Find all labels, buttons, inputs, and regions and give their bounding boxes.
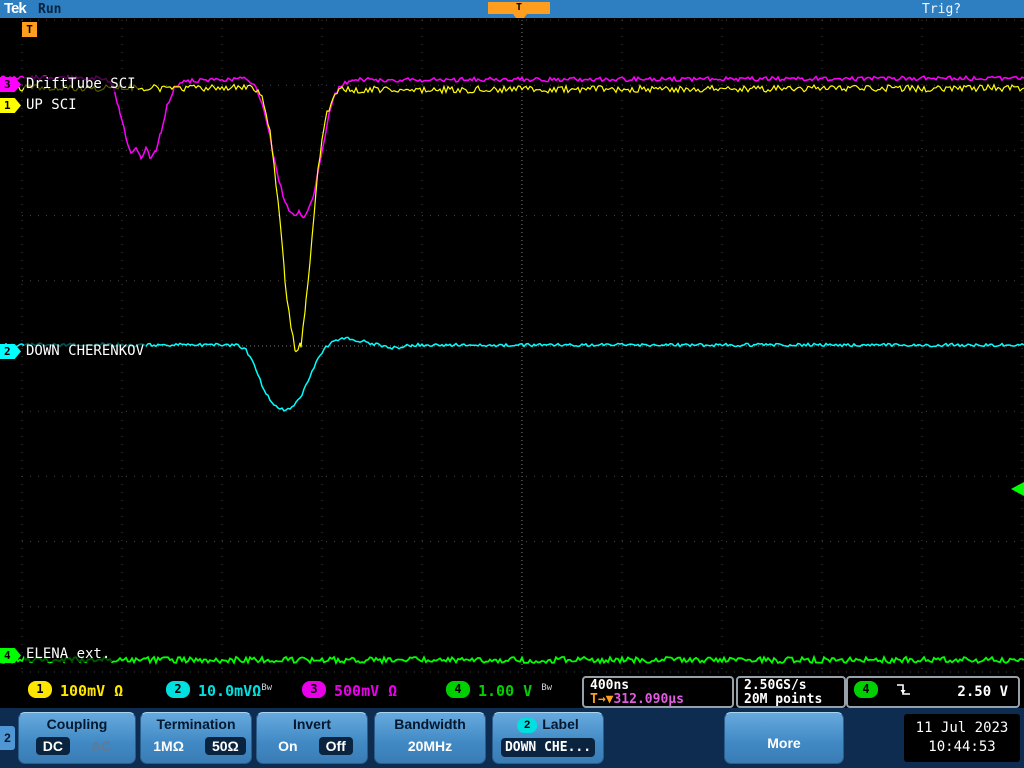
termination-title: Termination: [156, 716, 236, 732]
coupling-button[interactable]: Coupling DC AC: [18, 712, 136, 764]
trigger-readout[interactable]: 4 2.50 V: [846, 676, 1020, 708]
bandwidth-value: 20MHz: [407, 738, 453, 754]
invert-off-option[interactable]: Off: [318, 737, 353, 755]
ch2-scale-readout[interactable]: 10.0mVΩBw: [198, 682, 272, 700]
oscilloscope-screen: Tek Run T Trig? T 3 DriftTube SCI 1 UP S…: [0, 0, 1024, 768]
waveform-canvas: [0, 19, 1024, 673]
trace-ch2-down-cherenkov: [0, 336, 1024, 412]
timebase-readout[interactable]: 400ns T→▼312.090µs: [582, 676, 734, 708]
trigger-level-value: 2.50 V: [957, 684, 1008, 700]
ch4-badge[interactable]: 4: [446, 681, 470, 698]
label-channel-badge: 2: [517, 717, 538, 733]
ch4-scale-text: 1.00 V: [478, 682, 533, 700]
invert-button[interactable]: Invert On Off: [256, 712, 368, 764]
ch4-scale-readout[interactable]: 1.00 V Bw: [478, 682, 552, 700]
more-button[interactable]: More: [724, 712, 844, 764]
termination-1m-option[interactable]: 1MΩ: [146, 737, 191, 755]
label-value: DOWN CHE...: [501, 737, 595, 757]
trigger-delay-icon: T→▼: [590, 692, 614, 707]
ch1-scale-readout[interactable]: 100mV Ω: [60, 682, 123, 700]
ch2-scale-text: 10.0mVΩ: [198, 682, 262, 700]
top-bar: Tek Run T Trig?: [0, 0, 1024, 23]
ch2-bandwidth-limit-flag: Bw: [261, 683, 273, 693]
acquisition-status: Run: [38, 2, 62, 17]
coupling-title: Coupling: [46, 716, 108, 732]
channel-2-label: DOWN CHERENKOV: [24, 343, 147, 359]
waveform-display: T 3 DriftTube SCI 1 UP SCI 2 DOWN CHEREN…: [0, 18, 1024, 674]
ch2-badge[interactable]: 2: [166, 681, 190, 698]
trigger-status: Trig?: [922, 2, 962, 17]
trace-ch1-up-sci: [0, 82, 1024, 353]
label-button[interactable]: 2 Label DOWN CHE...: [492, 712, 604, 764]
channel-menu-bar: 2 Coupling DC AC Termination 1MΩ 50Ω Inv…: [0, 708, 1024, 768]
bandwidth-button[interactable]: Bandwidth 20MHz: [374, 712, 486, 764]
trigger-source-badge: 4: [854, 681, 878, 698]
channel-4-label: ELENA ext.: [24, 646, 113, 662]
menu-channel-tab: 2: [0, 726, 15, 750]
trigger-position-marker[interactable]: T: [488, 2, 550, 14]
label-title: Label: [542, 716, 579, 732]
trace-ch4-elena-ext-: [0, 654, 1024, 666]
timebase-scale: 400ns: [590, 678, 630, 693]
channel-1-label: UP SCI: [24, 97, 79, 113]
coupling-ac-option[interactable]: AC: [84, 737, 118, 755]
invert-title: Invert: [292, 716, 332, 732]
ch4-bandwidth-limit-flag: Bw: [541, 683, 553, 693]
channel-3-label: DriftTube SCI: [24, 76, 138, 92]
datetime-display: 11 Jul 2023 10:44:53: [904, 714, 1020, 762]
ch1-badge[interactable]: 1: [28, 681, 52, 698]
invert-on-option[interactable]: On: [271, 737, 304, 755]
trigger-delay-value: 312.090µs: [613, 692, 684, 707]
trigger-level-indicator[interactable]: T: [22, 22, 37, 37]
termination-50-option[interactable]: 50Ω: [204, 737, 246, 755]
readout-bar: 1 100mV Ω 2 10.0mVΩBw 3 500mV Ω 4 1.00 V…: [0, 674, 1024, 708]
bandwidth-title: Bandwidth: [394, 716, 466, 732]
tek-logo: Tek: [4, 0, 27, 17]
date-text: 11 Jul 2023: [915, 720, 1009, 736]
acquisition-readout[interactable]: 2.50GS/s 20M points: [736, 676, 846, 708]
termination-button[interactable]: Termination 1MΩ 50Ω: [140, 712, 252, 764]
ch3-scale-readout[interactable]: 500mV Ω: [334, 682, 397, 700]
more-label: More: [767, 735, 801, 751]
record-length: 20M points: [744, 692, 823, 707]
trace-ch3-drifttube-sci: [0, 74, 1024, 219]
sample-rate: 2.50GS/s: [744, 678, 807, 693]
ch3-badge[interactable]: 3: [302, 681, 326, 698]
coupling-dc-option[interactable]: DC: [35, 737, 70, 755]
time-text: 10:44:53: [928, 739, 996, 755]
falling-edge-slope-icon: [896, 684, 910, 695]
